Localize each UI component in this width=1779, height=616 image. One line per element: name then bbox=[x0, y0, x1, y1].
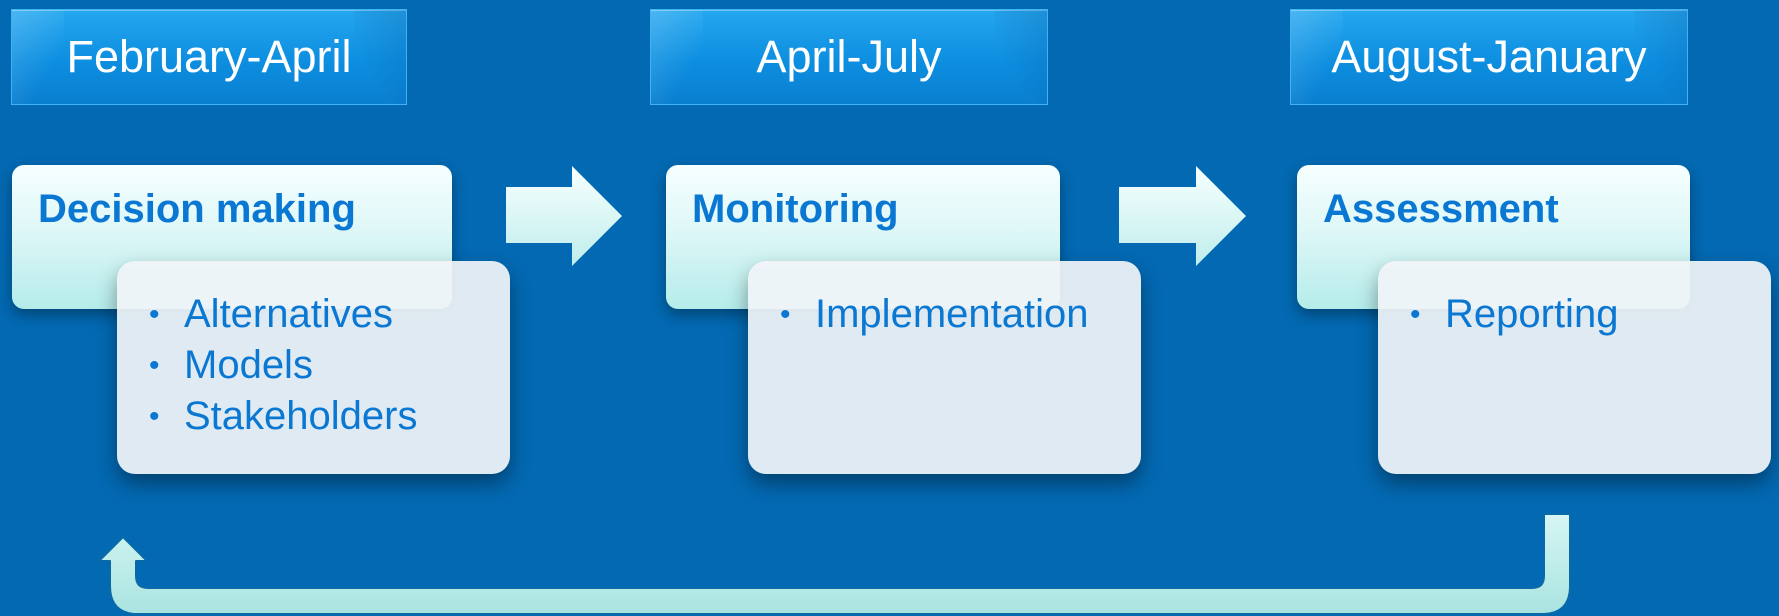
detail-list: Implementation bbox=[778, 289, 1141, 340]
stage-title: Decision making bbox=[38, 187, 356, 231]
stage-title: Assessment bbox=[1323, 187, 1559, 231]
detail-list: Alternatives Models Stakeholders bbox=[147, 289, 510, 442]
period-label: April-July bbox=[756, 31, 942, 82]
period-label: August-January bbox=[1331, 31, 1647, 82]
list-item: Stakeholders bbox=[147, 391, 510, 442]
detail-box-monitoring: Implementation bbox=[748, 261, 1141, 474]
detail-box-assessment: Reporting bbox=[1378, 261, 1771, 474]
period-header-3: August-January bbox=[1290, 9, 1688, 105]
right-arrow-icon bbox=[1119, 166, 1246, 266]
right-arrow-icon bbox=[506, 166, 622, 266]
period-header-1: February-April bbox=[11, 9, 407, 105]
period-label: February-April bbox=[66, 31, 352, 82]
detail-list: Reporting bbox=[1408, 289, 1771, 340]
detail-box-decision-making: Alternatives Models Stakeholders bbox=[117, 261, 510, 474]
list-item: Models bbox=[147, 340, 510, 391]
list-item: Reporting bbox=[1408, 289, 1771, 340]
list-item: Alternatives bbox=[147, 289, 510, 340]
list-item: Implementation bbox=[778, 289, 1141, 340]
period-header-2: April-July bbox=[650, 9, 1048, 105]
stage-title: Monitoring bbox=[692, 187, 899, 231]
